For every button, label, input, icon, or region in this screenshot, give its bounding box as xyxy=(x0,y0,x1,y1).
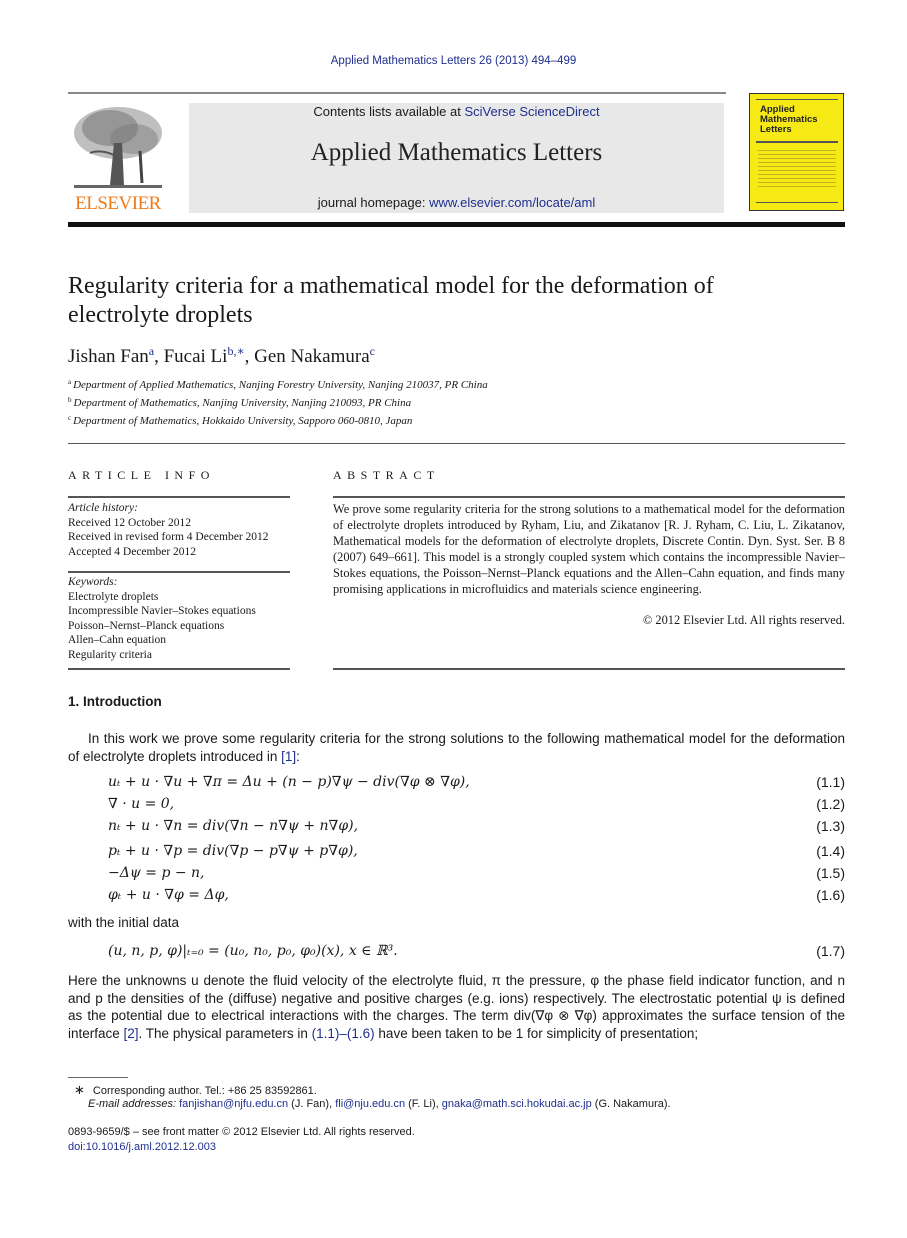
equation: nₜ + u · ∇n = div(∇n − n∇ψ + n∇φ), xyxy=(108,818,359,834)
journal-masthead: Contents lists available at SciVerse Sci… xyxy=(189,103,724,213)
cover-title: Applied Mathematics Letters xyxy=(760,105,818,135)
divider xyxy=(333,668,845,670)
email-owner: (J. Fan), xyxy=(288,1098,336,1110)
email-link[interactable]: fli@nju.edu.cn xyxy=(335,1098,405,1110)
divider xyxy=(68,668,290,670)
history-label: Article history: xyxy=(68,502,138,514)
doi-link[interactable]: doi:10.1016/j.aml.2012.12.003 xyxy=(68,1141,216,1153)
author-name: Gen Nakamura xyxy=(254,346,370,367)
reference-link[interactable]: [2] xyxy=(124,1026,139,1041)
equation-number: (1.3) xyxy=(816,818,845,834)
article-history: Article history: Received 12 October 201… xyxy=(68,501,290,559)
intro-paragraph: In this work we prove some regularity cr… xyxy=(68,730,845,765)
journal-citation[interactable]: Applied Mathematics Letters 26 (2013) 49… xyxy=(0,55,907,67)
affiliation-key: a xyxy=(68,378,72,386)
contents-prefix: Contents lists available at xyxy=(313,104,465,119)
equation: pₜ + u · ∇p = div(∇p − p∇ψ + p∇φ), xyxy=(108,843,358,859)
equation: φₜ + u · ∇φ = Δφ, xyxy=(108,887,229,903)
email-addresses: E-mail addresses: fanjishan@njfu.edu.cn … xyxy=(88,1098,671,1110)
equation: −Δψ = p − n, xyxy=(108,865,205,881)
section-divider xyxy=(68,443,845,444)
paragraph-text: In this work we prove some regularity cr… xyxy=(68,731,845,764)
history-item: Received in revised form 4 December 2012 xyxy=(68,531,269,543)
email-link[interactable]: fanjishan@njfu.edu.cn xyxy=(179,1098,288,1110)
affiliation: a Department of Applied Mathematics, Nanj… xyxy=(68,378,488,391)
affiliation-text: Department of Mathematics, Nanjing Unive… xyxy=(73,397,412,409)
keywords: Keywords: Electrolyte droplets Incompres… xyxy=(68,575,290,662)
paragraph-text: : xyxy=(296,748,300,764)
equation: uₜ + u · ∇u + ∇π = Δu + (n − p)∇ψ − div(… xyxy=(108,774,470,790)
elsevier-wordmark: ELSEVIER xyxy=(75,193,161,214)
keyword-item: Poisson–Nernst–Planck equations xyxy=(68,619,225,632)
equation-number: (1.4) xyxy=(816,843,845,859)
keyword-item: Regularity criteria xyxy=(68,648,152,661)
cover-contents-columns xyxy=(758,150,836,190)
affiliation-text: Department of Mathematics, Hokkaido Univ… xyxy=(73,415,413,427)
front-matter-note: 0893-9659/$ – see front matter © 2012 El… xyxy=(68,1126,415,1138)
author-affil-link[interactable]: a xyxy=(149,344,154,358)
affiliation: b Department of Mathematics, Nanjing Univ… xyxy=(68,396,411,409)
equation-number: (1.2) xyxy=(816,796,845,812)
footnote-text: Corresponding author. Tel.: +86 25 83592… xyxy=(92,1085,317,1097)
footnote-rule xyxy=(68,1077,128,1078)
cover-bottom-stripe xyxy=(756,202,838,203)
journal-title: Applied Mathematics Letters xyxy=(310,139,603,166)
author-name: Fucai Li xyxy=(163,346,228,367)
email-link[interactable]: gnaka@math.sci.hokudai.ac.jp xyxy=(442,1098,592,1110)
cover-top-stripe xyxy=(756,99,838,100)
history-item: Received 12 October 2012 xyxy=(68,516,191,529)
elsevier-tree-icon xyxy=(74,107,162,188)
initial-data-equation: (u, n, p, φ)|ₜ₌₀ = (u₀, n₀, p₀, φ₀)(x), … xyxy=(108,943,398,959)
journal-homepage-link[interactable]: www.elsevier.com/locate/aml xyxy=(429,195,595,210)
history-item: Accepted 4 December 2012 xyxy=(68,545,197,558)
paragraph-text: . The physical parameters in xyxy=(138,1025,312,1041)
keyword-item: Electrolyte droplets xyxy=(68,590,159,603)
journal-cover-thumbnail[interactable]: Applied Mathematics Letters xyxy=(749,93,844,211)
equation-number: (1.6) xyxy=(816,887,845,903)
article-title: Regularity criteria for a mathematical m… xyxy=(68,273,714,328)
divider xyxy=(68,571,290,573)
divider xyxy=(68,496,290,498)
homepage-prefix: journal homepage: xyxy=(317,195,430,210)
divider xyxy=(333,496,845,498)
affiliation: c Department of Mathematics, Hokkaido Uni… xyxy=(68,414,412,427)
homepage-line: journal homepage: www.elsevier.com/locat… xyxy=(189,195,724,210)
keyword-item: Allen–Cahn equation xyxy=(68,634,167,646)
equation-number: (1.1) xyxy=(816,774,845,790)
paragraph-text: have been taken to be 1 for simplicity o… xyxy=(374,1025,699,1041)
affiliation-text: Department of Applied Mathematics, Nanji… xyxy=(73,379,488,391)
keywords-label: Keywords: xyxy=(68,576,118,588)
email-owner: (G. Nakamura). xyxy=(591,1098,671,1110)
elsevier-logo[interactable]: ELSEVIER xyxy=(68,103,168,215)
article-info-heading: ARTICLE INFO xyxy=(68,468,215,482)
equation-ref-link[interactable]: (1.1)–(1.6) xyxy=(312,1026,375,1041)
keyword-item: Incompressible Navier–Stokes equations xyxy=(68,605,256,617)
reference-link[interactable]: [1] xyxy=(281,749,296,764)
affiliation-key: b xyxy=(68,396,72,404)
email-label: E-mail addresses: xyxy=(88,1098,180,1110)
equation-number: (1.5) xyxy=(816,865,845,881)
cover-title-line3: Letters xyxy=(760,124,792,135)
section-heading: 1. Introduction xyxy=(68,694,162,709)
author-affil-link[interactable]: b,∗ xyxy=(227,344,244,358)
intro-paragraph: Here the unknowns u denote the fluid vel… xyxy=(68,972,845,1042)
equation-number: (1.7) xyxy=(816,943,845,959)
footnote-star: ∗ xyxy=(74,1082,85,1097)
equation: ∇ · u = 0, xyxy=(108,796,175,812)
corresponding-author-note: ∗ Corresponding author. Tel.: +86 25 8359… xyxy=(74,1082,317,1098)
email-owner: (F. Li), xyxy=(405,1098,442,1110)
abstract-text: We prove some regularity criteria for th… xyxy=(333,502,845,596)
author-affil-link[interactable]: c xyxy=(370,344,375,358)
header-thick-rule xyxy=(68,222,845,227)
author-name: Jishan Fan xyxy=(68,346,149,367)
author-list: Jishan Fana, Fucai Lib,∗, Gen Nakamurac xyxy=(68,344,375,367)
abstract-heading: ABSTRACT xyxy=(333,468,440,482)
initial-data-label: with the initial data xyxy=(68,915,180,930)
header-top-rule xyxy=(68,92,726,94)
contents-line: Contents lists available at SciVerse Sci… xyxy=(189,104,724,119)
affiliation-key: c xyxy=(68,414,72,422)
abstract-copyright: © 2012 Elsevier Ltd. All rights reserved… xyxy=(642,613,845,627)
sciencedirect-link[interactable]: SciVerse ScienceDirect xyxy=(464,104,599,119)
cover-mid-stripe xyxy=(756,141,838,143)
